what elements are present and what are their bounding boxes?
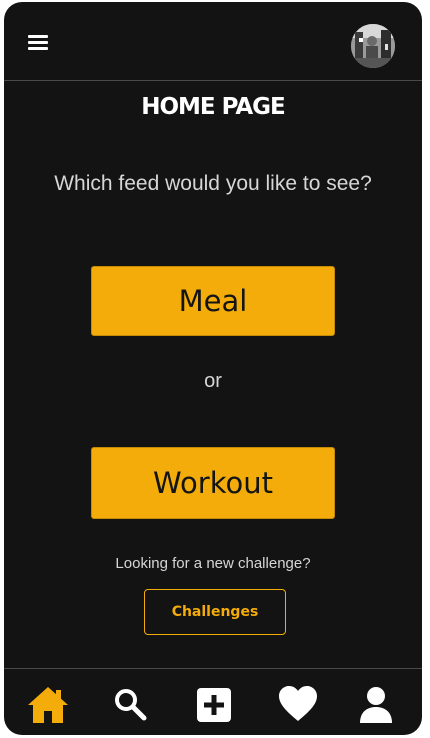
top-bar (4, 2, 422, 81)
add-post-icon (197, 688, 231, 722)
bottom-nav (4, 668, 422, 735)
home-icon (28, 687, 68, 723)
user-avatar[interactable] (351, 24, 395, 68)
profile-icon (360, 687, 392, 723)
feed-question: Which feed would you like to see? (54, 172, 372, 195)
nav-home[interactable] (26, 683, 70, 727)
challenges-button[interactable]: Challenges (144, 589, 286, 635)
nav-profile[interactable] (354, 683, 398, 727)
hamburger-menu-icon[interactable] (28, 35, 48, 51)
workout-feed-button[interactable]: Workout (91, 447, 335, 519)
or-separator: or (204, 370, 222, 392)
heart-icon (279, 686, 317, 721)
challenge-prompt: Looking for a new challenge? (115, 555, 311, 572)
app-screen: HOME PAGE Which feed would you like to s… (4, 2, 422, 735)
page-title: HOME PAGE (141, 94, 286, 120)
nav-search[interactable] (108, 683, 152, 727)
nav-favorites[interactable] (276, 683, 320, 727)
search-icon (115, 689, 147, 721)
meal-feed-button[interactable]: Meal (91, 266, 335, 336)
nav-add[interactable] (192, 683, 236, 727)
